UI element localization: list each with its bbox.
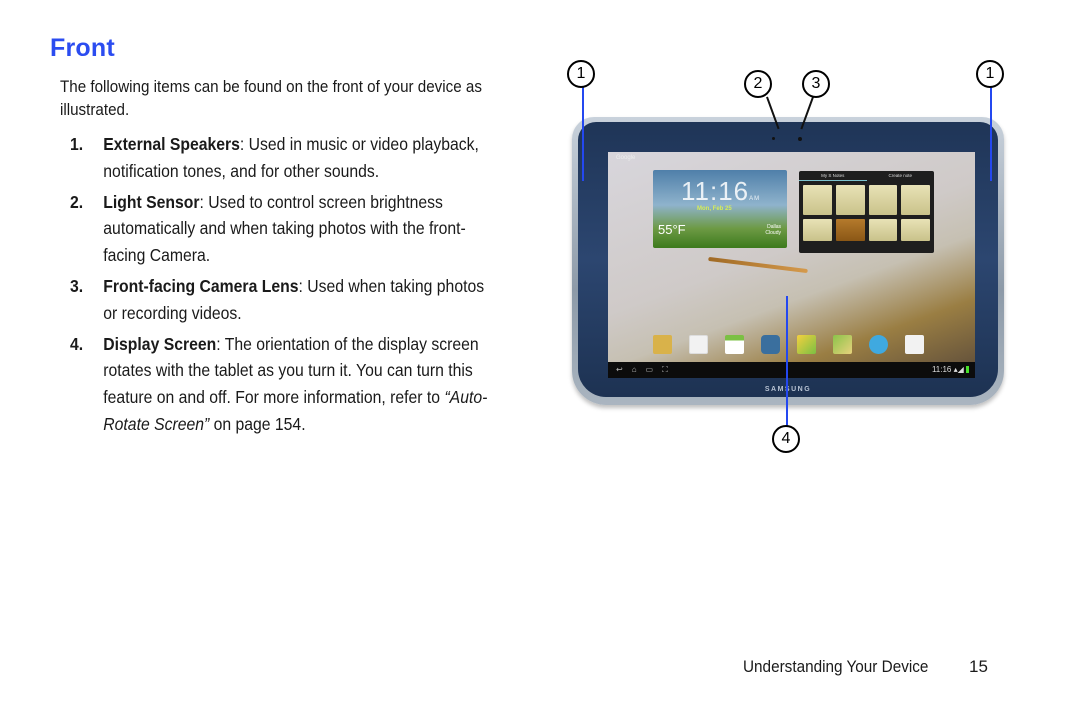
- leader-line-display: [786, 296, 788, 427]
- widget-clock: 11:16AM: [681, 176, 760, 207]
- note-thumbnail: [803, 219, 832, 241]
- feature-list: 1. External Speakers: Used in music or vi…: [70, 131, 493, 442]
- item-term: Front-facing Camera Lens: [103, 275, 299, 296]
- front-camera-icon: [798, 137, 802, 141]
- tab-create-note: Create note: [888, 173, 912, 178]
- list-item: 3. Front-facing Camera Lens: Used when ta…: [70, 273, 493, 327]
- google-search-bar: Google: [616, 155, 636, 161]
- snote-app-icon: [653, 335, 672, 354]
- calendar-app-icon: [725, 335, 744, 354]
- widget-location: Dallas Cloudy: [765, 224, 781, 236]
- widget-date: Mon, Feb 25: [697, 206, 732, 212]
- list-item: 2. Light Sensor: Used to control screen b…: [70, 189, 493, 269]
- note-thumbnail: [803, 185, 832, 215]
- tablet-illustration: Google 11:16AM Mon, Feb 25 55°F Dallas Cl…: [572, 117, 1004, 405]
- app-dock: [653, 335, 924, 354]
- play-store-app-icon: [905, 335, 924, 354]
- note-thumbnail: [901, 185, 930, 215]
- item-term: Display Screen: [103, 333, 217, 354]
- video-app-icon: [689, 335, 708, 354]
- item-number: 1.: [70, 134, 84, 154]
- list-item: 4. Display Screen: The orientation of the…: [70, 331, 493, 438]
- maps-app-icon: [833, 335, 852, 354]
- callout-3: 3: [802, 70, 830, 98]
- snotes-widget: My S Notes Create note: [799, 171, 934, 253]
- callout-1-right: 1: [976, 60, 1004, 88]
- weather-clock-widget: 11:16AM Mon, Feb 25 55°F Dallas Cloudy: [653, 170, 787, 248]
- battery-icon: [966, 366, 969, 374]
- item-number: 3.: [70, 275, 84, 296]
- item-term: External Speakers: [103, 134, 240, 154]
- tablet-bezel: Google 11:16AM Mon, Feb 25 55°F Dallas Cl…: [578, 122, 998, 397]
- footer-chapter: Understanding Your Device: [743, 657, 929, 676]
- widget-temperature: 55°F: [658, 222, 686, 237]
- brand-logo: SAMSUNG: [764, 386, 812, 393]
- status-area: 11:16 ▴◢: [932, 362, 969, 378]
- note-thumbnail: [868, 219, 898, 241]
- display-screen: Google 11:16AM Mon, Feb 25 55°F Dallas Cl…: [608, 152, 975, 378]
- callout-4: 4: [772, 425, 800, 453]
- leader-line-speaker-right: [990, 86, 992, 181]
- item-number: 2.: [70, 191, 84, 212]
- pen-image: [708, 256, 808, 274]
- system-bar: ↩⌂▭⛶ 11:16 ▴◢: [608, 362, 975, 378]
- note-thumbnail: [835, 185, 865, 215]
- callout-2: 2: [744, 70, 772, 98]
- nav-buttons: ↩⌂▭⛶: [616, 365, 677, 374]
- widget-condition: Cloudy: [765, 230, 781, 236]
- page-number: 15: [969, 657, 988, 676]
- status-time: 11:16: [931, 365, 952, 374]
- gallery-app-icon: [797, 335, 816, 354]
- item-number: 4.: [70, 333, 84, 354]
- list-item: 1. External Speakers: Used in music or vi…: [70, 131, 493, 185]
- callout-1-left: 1: [567, 60, 595, 88]
- note-thumbnail: [868, 185, 898, 215]
- intro-paragraph: The following items can be found on the …: [60, 78, 482, 119]
- widget-ampm: AM: [749, 196, 761, 202]
- internet-app-icon: [869, 335, 888, 354]
- tablet-figure: Google 11:16AM Mon, Feb 25 55°F Dallas Cl…: [560, 55, 1020, 475]
- item-term: Light Sensor: [103, 191, 200, 212]
- note-thumbnail: [901, 219, 930, 241]
- camera-app-icon: [761, 335, 780, 354]
- leader-line-speaker-left: [582, 86, 584, 181]
- light-sensor-icon: [772, 137, 775, 140]
- note-thumbnail: [835, 219, 865, 241]
- widget-time: 11:16: [681, 176, 750, 206]
- section-heading: Front: [50, 34, 115, 62]
- tab-my-snotes: My S Notes: [799, 171, 867, 181]
- item-ref-suffix: on page 154.: [209, 413, 306, 434]
